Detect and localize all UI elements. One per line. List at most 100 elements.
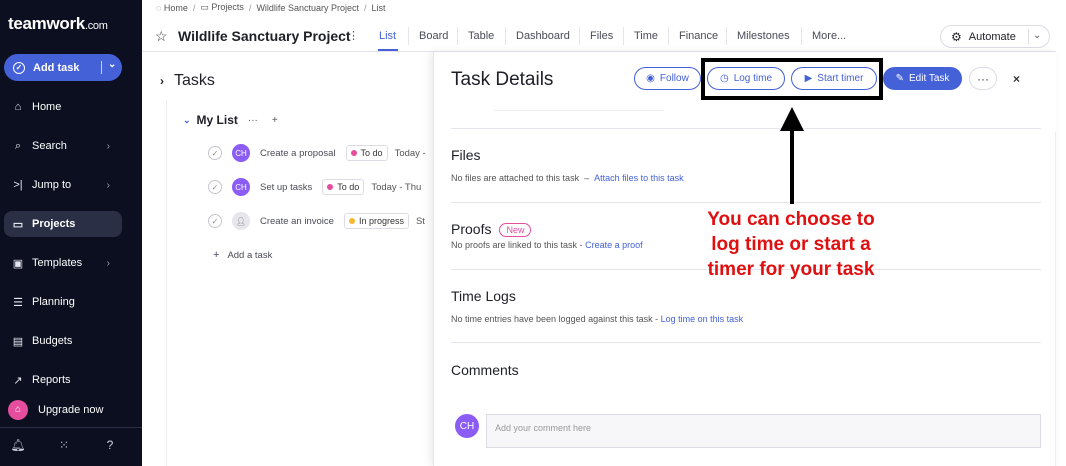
scrollbar[interactable]	[1055, 132, 1056, 466]
plus-icon: +	[213, 249, 220, 261]
attach-files-link[interactable]: Attach files to this task	[594, 173, 684, 183]
upgrade-label: Upgrade now	[38, 403, 104, 416]
create-proof-link[interactable]: Create a proof	[585, 240, 643, 250]
tab-separator	[668, 27, 669, 45]
add-a-task-button[interactable]: + Add a task	[213, 249, 272, 261]
tab-finance[interactable]: Finance	[679, 30, 718, 42]
add-task-button[interactable]: ✓ Add task ⌄	[4, 54, 122, 81]
comment-input[interactable]: Add your comment here	[486, 414, 1041, 448]
folder-icon: ▭	[12, 218, 24, 231]
check-icon: ✓	[13, 61, 25, 74]
templates-icon: ▣	[12, 257, 24, 270]
sidebar-item-label: Planning	[32, 296, 75, 308]
tab-time[interactable]: Time	[634, 30, 658, 42]
avatar: CH	[232, 178, 250, 196]
more-icon[interactable]: ···	[244, 115, 262, 126]
automate-divider	[1028, 29, 1029, 44]
breadcrumb-list[interactable]: List	[372, 3, 386, 13]
status-badge[interactable]: To do	[345, 145, 388, 161]
tab-files[interactable]: Files	[590, 30, 613, 42]
tab-separator	[623, 27, 624, 45]
chevron-down-icon[interactable]: ⌄	[108, 59, 116, 70]
log-time-link[interactable]: Log time on this task	[661, 314, 744, 324]
annotation-text: You can choose to log time or start a ti…	[707, 209, 875, 280]
tab-table[interactable]: Table	[468, 30, 494, 42]
tab-separator	[801, 27, 802, 45]
sidebar-item-budgets[interactable]: ▤ Budgets	[4, 328, 122, 354]
breadcrumb-project[interactable]: Wildlife Sanctuary Project	[256, 3, 359, 13]
sidebar-item-search[interactable]: ⌕ Search ›	[4, 133, 122, 159]
bell-icon[interactable]: 🔔︎	[10, 438, 25, 452]
tasklist-header: ⌄ My List ··· +	[183, 113, 282, 127]
list-guide	[166, 100, 167, 466]
task-row[interactable]: ✓ 👤︎ Create an invoice In progress St	[208, 211, 425, 231]
sidebar-divider	[0, 427, 142, 428]
follow-button[interactable]: ◉ Follow	[634, 67, 701, 90]
files-title: Files	[451, 147, 481, 163]
tab-dashboard[interactable]: Dashboard	[516, 30, 570, 42]
eye-icon: ◉	[646, 73, 655, 84]
logo[interactable]: teamwork.com	[8, 14, 108, 34]
sidebar-item-jump-to[interactable]: >| Jump to ›	[4, 172, 122, 198]
time-logs-title: Time Logs	[451, 288, 516, 304]
avatar: CH	[232, 144, 250, 162]
sidebar-item-label: Search	[32, 140, 67, 152]
status-badge[interactable]: In progress	[343, 213, 409, 229]
proofs-title: Proofs New	[451, 221, 532, 238]
chevron-right-icon[interactable]: ›	[160, 74, 164, 88]
tab-board[interactable]: Board	[419, 30, 448, 42]
pencil-icon: ✎	[895, 73, 904, 84]
chevron-down-icon[interactable]: ⌄	[183, 115, 191, 126]
breadcrumb-projects[interactable]: ▭ Projects	[200, 2, 244, 13]
close-icon[interactable]: ×	[1013, 72, 1020, 86]
tab-separator	[408, 27, 409, 45]
star-icon[interactable]: ☆	[155, 28, 168, 45]
complete-checkbox[interactable]: ✓	[208, 214, 222, 228]
plus-icon[interactable]: +	[268, 115, 282, 126]
sidebar-item-label: Home	[32, 101, 62, 113]
sidebar-item-home[interactable]: ⌂ Home	[4, 94, 122, 120]
chevron-right-icon: ›	[106, 179, 110, 191]
task-row[interactable]: ✓ CH Create a proposal To do Today -	[208, 143, 426, 163]
sidebar-item-templates[interactable]: ▣ Templates ›	[4, 250, 122, 276]
tab-more[interactable]: More...	[812, 30, 846, 42]
breadcrumb-home[interactable]: ◌ Home	[156, 3, 188, 13]
tasklist-name: My List	[196, 113, 238, 127]
task-name[interactable]: Set up tasks	[260, 182, 312, 193]
sidebar-item-projects[interactable]: ▭ Projects	[4, 211, 122, 237]
tab-list[interactable]: List	[379, 30, 396, 42]
unassigned-avatar-icon[interactable]: 👤︎	[232, 212, 250, 230]
complete-checkbox[interactable]: ✓	[208, 146, 222, 160]
chevron-right-icon: ›	[106, 257, 110, 269]
task-date: Today - Thu	[371, 181, 422, 193]
project-title: Wildlife Sanctuary Project	[178, 28, 351, 44]
chevron-down-icon[interactable]: ⌄	[1033, 30, 1041, 41]
help-icon[interactable]: ?	[103, 438, 117, 452]
upgrade-now-button[interactable]: ⌂ Upgrade now	[4, 397, 122, 422]
sidebar-item-planning[interactable]: ☰ Planning	[4, 289, 122, 315]
task-name[interactable]: Create an invoice	[260, 216, 334, 227]
tab-milestones[interactable]: Milestones	[737, 30, 790, 42]
sidebar-item-label: Reports	[32, 374, 71, 386]
breadcrumb: ◌ Home / ▭ Projects / Wildlife Sanctuary…	[156, 2, 386, 13]
automate-label: Automate	[968, 30, 1016, 43]
budgets-icon: ▤	[12, 335, 24, 348]
edit-task-button[interactable]: ✎ Edit Task	[883, 67, 962, 90]
project-header: ☆ Wildlife Sanctuary Project ⋮ List Boar…	[142, 22, 1056, 52]
task-row[interactable]: ✓ CH Set up tasks To do Today - Thu	[208, 177, 421, 197]
new-badge: New	[499, 223, 532, 238]
more-options-button[interactable]: ···	[969, 67, 997, 90]
complete-checkbox[interactable]: ✓	[208, 180, 222, 194]
apps-grid-icon[interactable]: ⁙	[57, 438, 71, 452]
status-badge[interactable]: To do	[322, 179, 365, 195]
task-name[interactable]: Create a proposal	[260, 148, 336, 159]
collapsed-field	[494, 103, 664, 111]
sidebar-item-label: Budgets	[32, 335, 73, 347]
project-menu-icon[interactable]: ⋮	[348, 29, 359, 42]
reports-icon: ↗	[13, 374, 23, 387]
automate-button[interactable]: ⚙ Automate ⌄	[940, 25, 1050, 48]
files-text: No files are attached to this task – Att…	[451, 173, 684, 183]
search-icon: ⌕	[14, 139, 22, 152]
sidebar-item-reports[interactable]: ↗ Reports	[4, 367, 122, 393]
planning-icon: ☰	[13, 296, 23, 309]
